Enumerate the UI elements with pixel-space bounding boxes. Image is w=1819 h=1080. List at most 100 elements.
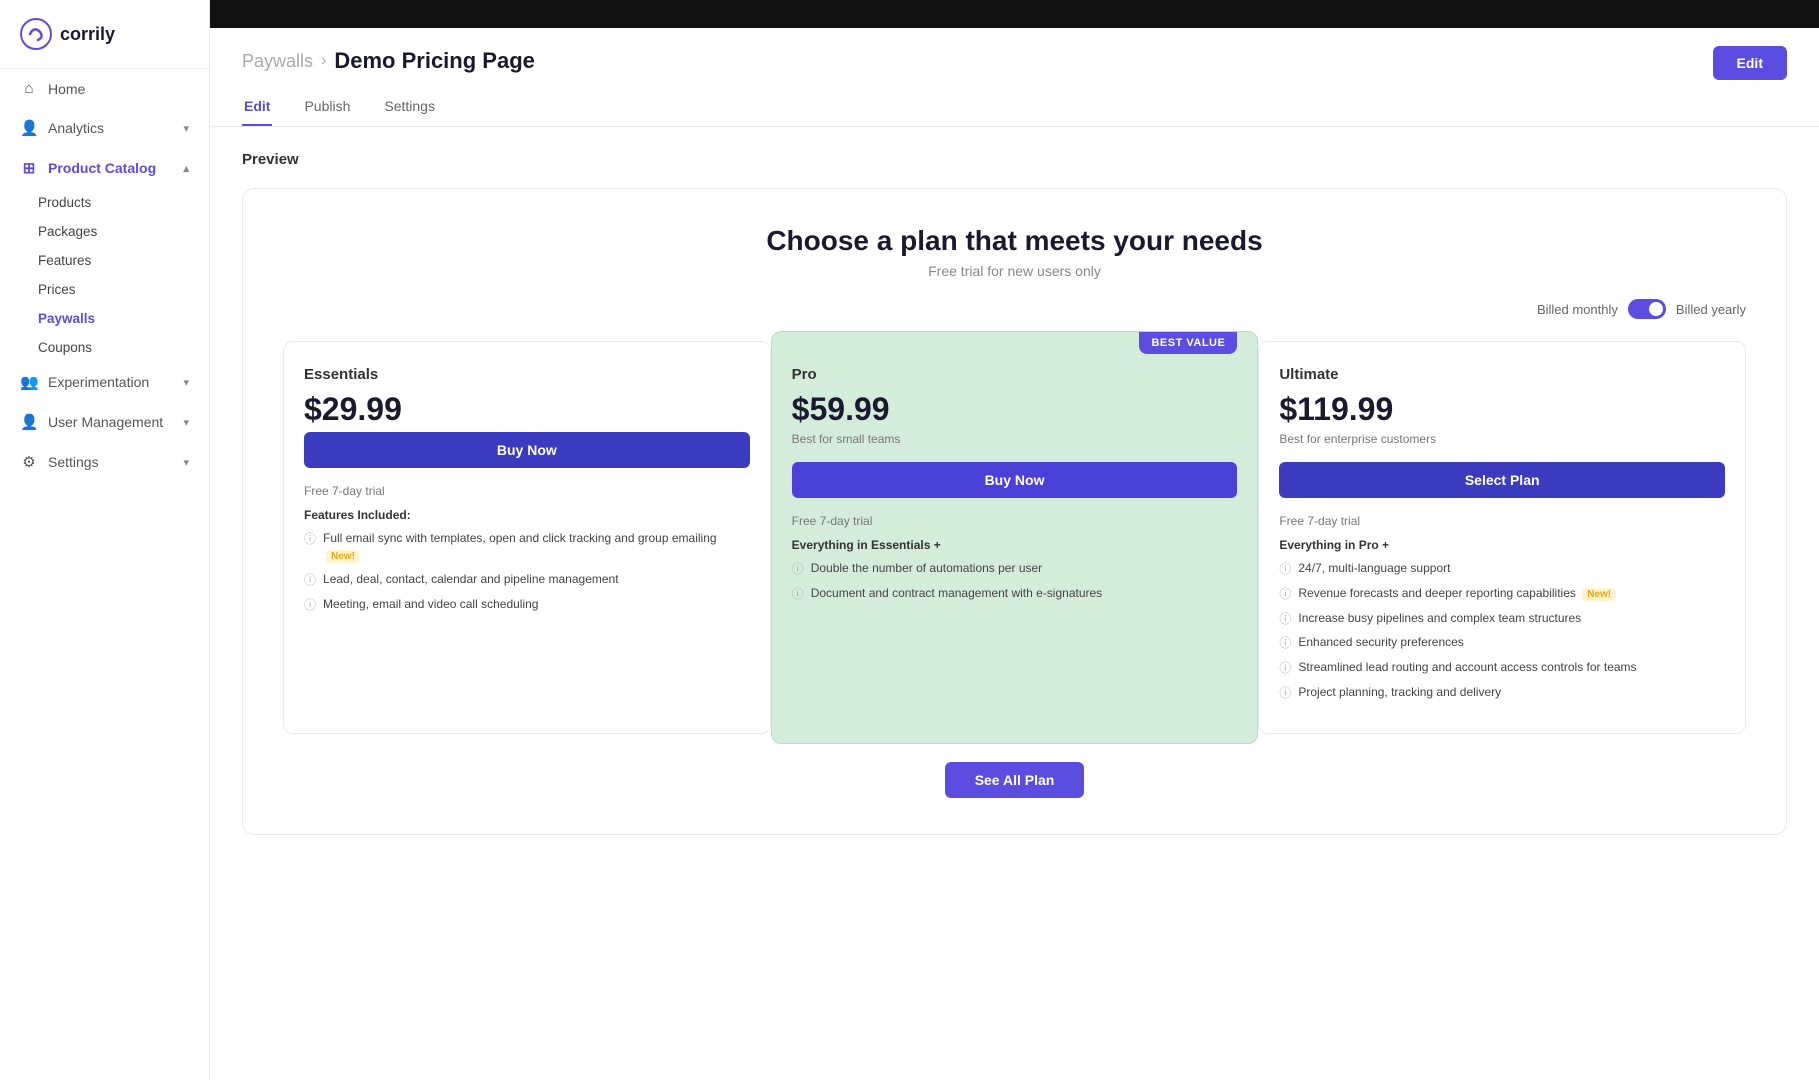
tab-edit[interactable]: Edit xyxy=(242,90,272,126)
chevron-down-icon-set: ▾ xyxy=(183,456,189,469)
billing-monthly-label: Billed monthly xyxy=(1537,302,1618,317)
home-icon: ⌂ xyxy=(20,80,38,97)
sidebar-item-user-management-label: User Management xyxy=(48,414,163,430)
header-row: Paywalls › Demo Pricing Page Edit xyxy=(242,46,1787,90)
features-label-essentials: Features Included: xyxy=(304,508,750,522)
feature-ultimate-4: ⓘ Streamlined lead routing and account a… xyxy=(1279,659,1725,677)
sidebar-item-settings[interactable]: ⚙ Settings ▾ xyxy=(0,442,209,482)
chevron-down-icon: ▾ xyxy=(183,122,189,135)
plan-headline: Choose a plan that meets your needs xyxy=(283,225,1746,257)
plan-price-ultimate: $119.99 xyxy=(1279,391,1725,428)
sidebar-sub-prices[interactable]: Prices xyxy=(0,275,209,304)
sidebar-item-settings-label: Settings xyxy=(48,454,99,470)
feature-ultimate-2: ⓘ Increase busy pipelines and complex te… xyxy=(1279,610,1725,628)
features-label-pro: Everything in Essentials + xyxy=(792,538,1238,552)
feature-ultimate-0: ⓘ 24/7, multi-language support xyxy=(1279,560,1725,578)
free-trial-ultimate: Free 7-day trial xyxy=(1279,514,1725,528)
product-catalog-icon: ⊞ xyxy=(20,159,38,177)
plan-subline: Free trial for new users only xyxy=(283,263,1746,279)
sidebar-item-experimentation[interactable]: 👥 Experimentation ▾ xyxy=(0,362,209,402)
feature-ultimate-3: ⓘ Enhanced security preferences xyxy=(1279,634,1725,652)
main-content: Paywalls › Demo Pricing Page Edit Edit P… xyxy=(210,0,1819,1080)
plan-name-ultimate: Ultimate xyxy=(1279,366,1725,383)
settings-icon: ⚙ xyxy=(20,453,38,471)
chevron-down-icon-exp: ▾ xyxy=(183,376,189,389)
info-icon-ult-0: ⓘ xyxy=(1279,561,1291,578)
plan-name-pro: Pro xyxy=(792,366,1238,383)
features-label-ultimate: Everything in Pro + xyxy=(1279,538,1725,552)
select-plan-btn-ultimate[interactable]: Select Plan xyxy=(1279,462,1725,498)
logo-icon xyxy=(20,18,52,50)
experimentation-icon: 👥 xyxy=(20,373,38,391)
chevron-up-icon: ▴ xyxy=(183,162,189,175)
plan-card-pro: BEST VALUE Pro $59.99 Best for small tea… xyxy=(771,331,1259,744)
plans-grid: Essentials $29.99 Buy Now Free 7-day tri… xyxy=(283,341,1746,734)
breadcrumb-parent[interactable]: Paywalls xyxy=(242,51,313,72)
sidebar-sub-features[interactable]: Features xyxy=(0,246,209,275)
tabs-bar: Edit Publish Settings xyxy=(242,90,1787,126)
free-trial-essentials: Free 7-day trial xyxy=(304,484,750,498)
info-icon-ult-5: ⓘ xyxy=(1279,685,1291,702)
top-bar xyxy=(210,0,1819,28)
free-trial-pro: Free 7-day trial xyxy=(792,514,1238,528)
plan-card-essentials: Essentials $29.99 Buy Now Free 7-day tri… xyxy=(283,341,771,734)
plan-price-sub-pro: Best for small teams xyxy=(792,432,1238,446)
plan-name-essentials: Essentials xyxy=(304,366,750,383)
feature-essentials-1: ⓘ Lead, deal, contact, calendar and pipe… xyxy=(304,571,750,589)
feature-essentials-2: ⓘ Meeting, email and video call scheduli… xyxy=(304,596,750,614)
sidebar-sub-paywalls[interactable]: Paywalls xyxy=(0,304,209,333)
billing-yearly-label: Billed yearly xyxy=(1676,302,1746,317)
best-value-badge: BEST VALUE xyxy=(1139,332,1237,354)
feature-ultimate-1: ⓘ Revenue forecasts and deeper reporting… xyxy=(1279,585,1725,603)
billing-toggle-switch[interactable] xyxy=(1628,299,1666,319)
feature-ultimate-5: ⓘ Project planning, tracking and deliver… xyxy=(1279,684,1725,702)
logo-text: corrily xyxy=(60,24,115,45)
info-icon-0: ⓘ xyxy=(304,531,316,548)
header: Paywalls › Demo Pricing Page Edit Edit P… xyxy=(210,28,1819,127)
breadcrumb-current: Demo Pricing Page xyxy=(334,48,535,74)
info-icon-2: ⓘ xyxy=(304,597,316,614)
tab-publish[interactable]: Publish xyxy=(302,90,352,126)
sidebar-sub-packages[interactable]: Packages xyxy=(0,217,209,246)
feature-essentials-0: ⓘ Full email sync with templates, open a… xyxy=(304,530,750,564)
info-icon-pro-0: ⓘ xyxy=(792,561,804,578)
info-icon-ult-3: ⓘ xyxy=(1279,635,1291,652)
sidebar-item-user-management[interactable]: 👤 User Management ▾ xyxy=(0,402,209,442)
buy-now-btn-pro[interactable]: Buy Now xyxy=(792,462,1238,498)
info-icon-ult-4: ⓘ xyxy=(1279,660,1291,677)
info-icon-1: ⓘ xyxy=(304,572,316,589)
user-management-icon: 👤 xyxy=(20,413,38,431)
tab-settings[interactable]: Settings xyxy=(382,90,437,126)
sidebar-item-analytics-label: Analytics xyxy=(48,120,104,136)
plan-card-ultimate: Ultimate $119.99 Best for enterprise cus… xyxy=(1258,341,1746,734)
sidebar-item-product-catalog-label: Product Catalog xyxy=(48,160,156,176)
sidebar-item-analytics[interactable]: 👤 Analytics ▾ xyxy=(0,108,209,148)
plan-price-pro: $59.99 xyxy=(792,391,1238,428)
preview-label: Preview xyxy=(242,151,1787,168)
sidebar-sub-products[interactable]: Products xyxy=(0,188,209,217)
feature-pro-1: ⓘ Document and contract management with … xyxy=(792,585,1238,603)
sidebar: corrily ⌂ Home 👤 Analytics ▾ ⊞ Product C… xyxy=(0,0,210,1080)
sidebar-sub-coupons[interactable]: Coupons xyxy=(0,333,209,362)
buy-now-btn-essentials[interactable]: Buy Now xyxy=(304,432,750,468)
info-icon-ult-2: ⓘ xyxy=(1279,611,1291,628)
info-icon-ult-1: ⓘ xyxy=(1279,586,1291,603)
sidebar-item-home[interactable]: ⌂ Home xyxy=(0,69,209,108)
feature-pro-0: ⓘ Double the number of automations per u… xyxy=(792,560,1238,578)
plan-price-sub-ultimate: Best for enterprise customers xyxy=(1279,432,1725,446)
plan-price-essentials: $29.99 xyxy=(304,391,750,428)
chevron-down-icon-um: ▾ xyxy=(183,416,189,429)
billing-toggle: Billed monthly Billed yearly xyxy=(283,299,1746,319)
analytics-icon: 👤 xyxy=(20,119,38,137)
sidebar-item-home-label: Home xyxy=(48,81,85,97)
sidebar-item-experimentation-label: Experimentation xyxy=(48,374,149,390)
preview-content: Choose a plan that meets your needs Free… xyxy=(242,188,1787,835)
logo-area: corrily xyxy=(0,0,209,69)
breadcrumb-sep: › xyxy=(321,52,326,70)
edit-button-top[interactable]: Edit xyxy=(1713,46,1787,80)
sidebar-item-product-catalog[interactable]: ⊞ Product Catalog ▴ xyxy=(0,148,209,188)
see-all-btn[interactable]: See All Plan xyxy=(945,762,1085,798)
breadcrumb: Paywalls › Demo Pricing Page xyxy=(242,48,535,74)
preview-area: Preview Choose a plan that meets your ne… xyxy=(210,127,1819,1080)
info-icon-pro-1: ⓘ xyxy=(792,586,804,603)
